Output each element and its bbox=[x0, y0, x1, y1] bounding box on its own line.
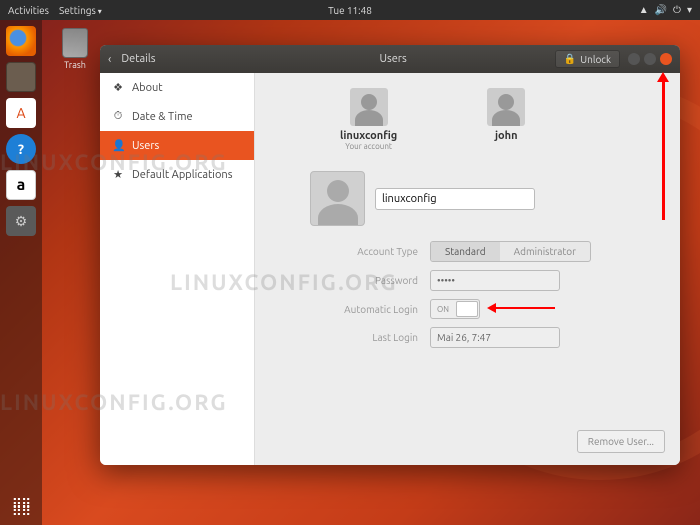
sidebar-item-about[interactable]: ❖ About bbox=[100, 73, 254, 102]
maximize-button[interactable] bbox=[644, 53, 656, 65]
star-icon: ★ bbox=[112, 168, 124, 181]
close-button[interactable] bbox=[660, 53, 672, 65]
user-name: john bbox=[487, 130, 525, 142]
unlock-button[interactable]: 🔒 Unlock bbox=[555, 50, 620, 68]
system-menu-chevron[interactable]: ▾ bbox=[687, 4, 692, 16]
amazon-icon[interactable]: a bbox=[6, 170, 36, 200]
trash-label: Trash bbox=[55, 60, 95, 70]
lock-icon: 🔒 bbox=[564, 53, 576, 65]
app-menu[interactable]: Settings bbox=[59, 5, 102, 16]
switch-on-label: ON bbox=[437, 305, 449, 314]
user-name: linuxconfig bbox=[340, 130, 397, 142]
user-card-other[interactable]: john bbox=[487, 88, 525, 151]
trash-icon bbox=[62, 28, 88, 58]
minimize-button[interactable] bbox=[628, 53, 640, 65]
account-type-toggle[interactable]: Standard Administrator bbox=[430, 241, 591, 262]
user-card-current[interactable]: linuxconfig Your account bbox=[340, 88, 397, 151]
settings-window: ‹ Details Users 🔒 Unlock ❖ About ⏱ Date … bbox=[100, 45, 680, 465]
avatar-icon bbox=[487, 88, 525, 126]
desktop-trash[interactable]: Trash bbox=[55, 28, 95, 70]
user-subtitle: Your account bbox=[340, 142, 397, 151]
sound-icon[interactable]: 🔊 bbox=[655, 4, 667, 16]
account-type-standard[interactable]: Standard bbox=[431, 242, 500, 261]
power-icon[interactable]: ⏻ bbox=[673, 4, 681, 16]
titlebar-section: Details bbox=[121, 53, 231, 65]
auto-login-label: Automatic Login bbox=[310, 304, 430, 315]
launcher-dock: A ? a ⚙ ⠿⠿⠿⠿ bbox=[0, 20, 42, 525]
files-icon[interactable] bbox=[6, 62, 36, 92]
user-avatar-large[interactable] bbox=[310, 171, 365, 226]
last-login-value: Mai 26, 7:47 bbox=[430, 327, 560, 348]
sidebar-item-label: Date & Time bbox=[132, 111, 193, 123]
clock-icon: ⏱ bbox=[112, 110, 124, 123]
password-field[interactable]: ••••• bbox=[430, 270, 560, 291]
sidebar-item-datetime[interactable]: ⏱ Date & Time bbox=[100, 102, 254, 131]
sidebar-item-users[interactable]: 👤 Users bbox=[100, 131, 254, 160]
clock[interactable]: Tue 11:48 bbox=[328, 5, 372, 16]
users-icon: 👤 bbox=[112, 139, 124, 152]
sidebar-item-label: About bbox=[132, 82, 163, 94]
show-applications-icon[interactable]: ⠿⠿⠿⠿ bbox=[12, 501, 31, 515]
window-titlebar: ‹ Details Users 🔒 Unlock bbox=[100, 45, 680, 73]
network-icon[interactable]: ▲ bbox=[639, 4, 649, 16]
ubuntu-software-icon[interactable]: A bbox=[6, 98, 36, 128]
account-type-admin[interactable]: Administrator bbox=[500, 242, 590, 261]
details-sidebar: ❖ About ⏱ Date & Time 👤 Users ★ Default … bbox=[100, 73, 255, 465]
about-icon: ❖ bbox=[112, 81, 124, 94]
sidebar-item-default-apps[interactable]: ★ Default Applications bbox=[100, 160, 254, 189]
password-label: Password bbox=[310, 275, 430, 286]
avatar-icon bbox=[350, 88, 388, 126]
window-title: Users bbox=[231, 53, 554, 65]
help-icon[interactable]: ? bbox=[6, 134, 36, 164]
auto-login-switch[interactable]: ON bbox=[430, 299, 480, 319]
back-button[interactable]: ‹ bbox=[108, 53, 111, 66]
settings-icon[interactable]: ⚙ bbox=[6, 206, 36, 236]
sidebar-item-label: Users bbox=[132, 140, 159, 152]
users-panel: linuxconfig Your account john Account Ty… bbox=[255, 73, 680, 465]
username-input[interactable] bbox=[375, 188, 535, 210]
top-bar: Activities Settings Tue 11:48 ▲ 🔊 ⏻ ▾ bbox=[0, 0, 700, 20]
sidebar-item-label: Default Applications bbox=[132, 169, 232, 181]
remove-user-button[interactable]: Remove User... bbox=[577, 430, 665, 453]
activities-button[interactable]: Activities bbox=[8, 5, 49, 16]
firefox-icon[interactable] bbox=[6, 26, 36, 56]
switch-handle bbox=[456, 301, 478, 317]
last-login-label: Last Login bbox=[310, 332, 430, 343]
account-type-label: Account Type bbox=[310, 246, 430, 257]
unlock-label: Unlock bbox=[580, 54, 611, 65]
